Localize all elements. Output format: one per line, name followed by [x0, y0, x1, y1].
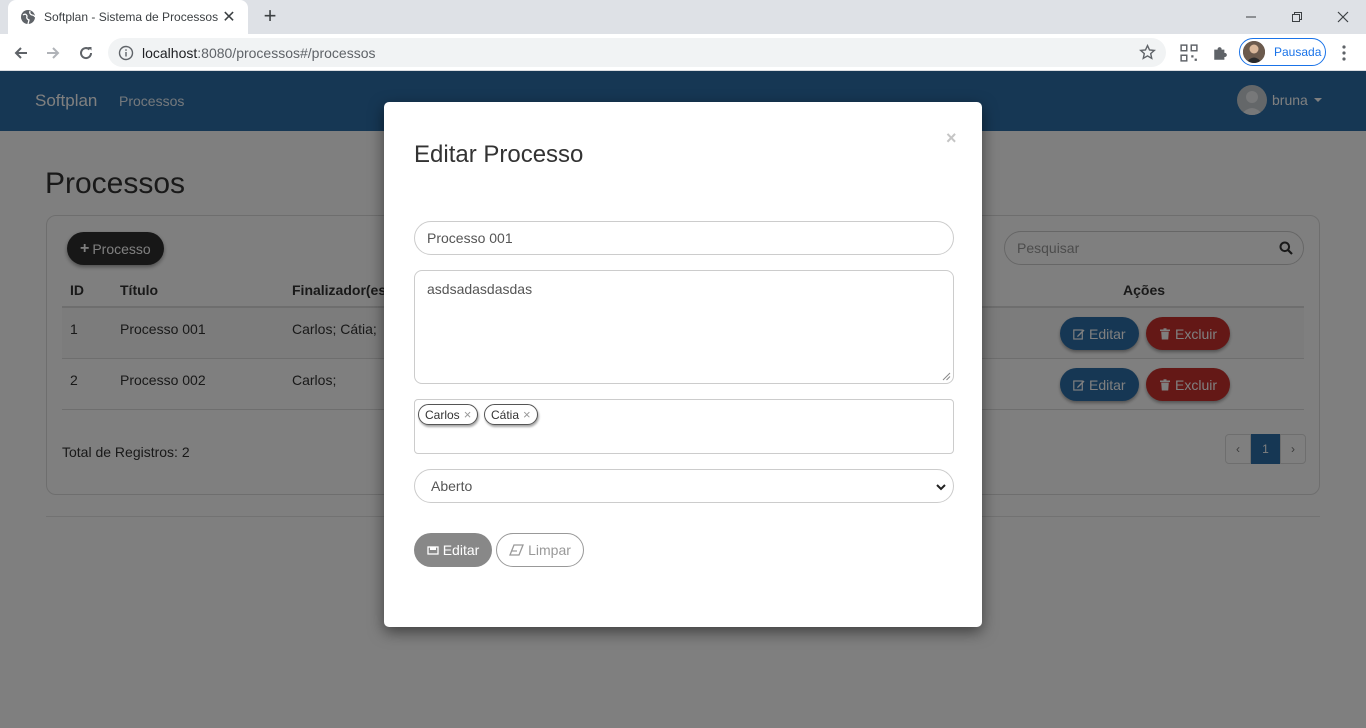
close-window-icon[interactable] — [1320, 0, 1366, 34]
extensions-puzzle-icon[interactable] — [1212, 44, 1230, 62]
resize-grip-icon[interactable] — [942, 372, 951, 381]
profile-avatar — [1243, 41, 1265, 63]
globe-icon — [21, 10, 36, 25]
titulo-value: Processo 001 — [427, 230, 513, 246]
restore-icon[interactable] — [1274, 0, 1320, 34]
url-host: localhost — [142, 44, 198, 61]
tag-label: Cátia — [491, 407, 520, 422]
minimize-icon[interactable] — [1228, 0, 1274, 34]
finalizadores-tag-input[interactable]: Carlos × Cátia × — [414, 399, 954, 454]
profile-label: Pausada — [1274, 45, 1322, 59]
tag-chip: Cátia × — [484, 404, 538, 425]
address-bar[interactable]: localhost:8080/processos#/processos — [108, 38, 1166, 67]
modal-title: Editar Processo — [414, 141, 584, 168]
url-path: :8080/processos#/processos — [197, 44, 376, 61]
reload-icon[interactable] — [73, 40, 99, 66]
tab-close-icon[interactable]: ✕ — [220, 7, 238, 27]
info-icon[interactable] — [118, 45, 134, 61]
browser-toolbar: localhost:8080/processos#/processos Paus… — [0, 34, 1366, 71]
browser-menu-icon[interactable] — [1336, 44, 1352, 62]
tag-chip: Carlos × — [418, 404, 479, 425]
titulo-input[interactable]: Processo 001 — [414, 221, 954, 255]
clear-label: Limpar — [528, 542, 571, 558]
chevron-down-icon — [936, 484, 946, 491]
profile-button[interactable]: Pausada — [1239, 38, 1326, 66]
status-value: Aberto — [431, 478, 473, 494]
clear-button[interactable]: Limpar — [496, 533, 584, 567]
tag-remove-icon[interactable]: × — [464, 407, 472, 422]
descricao-textarea[interactable]: asdsadasdasdas — [414, 270, 954, 384]
edit-process-modal: Editar Processo × Processo 001 asdsadasd… — [384, 102, 982, 627]
tag-remove-icon[interactable]: × — [523, 407, 531, 422]
tag-label: Carlos — [425, 407, 460, 422]
descricao-value: asdsadasdasdas — [427, 281, 533, 297]
modal-close-icon[interactable]: × — [946, 128, 957, 149]
status-select[interactable]: Aberto — [414, 469, 954, 503]
save-edit-button[interactable]: Editar — [414, 533, 492, 567]
save-edit-label: Editar — [442, 542, 480, 558]
eraser-icon — [509, 544, 525, 556]
bookmark-star-icon[interactable] — [1139, 44, 1156, 61]
browser-tab[interactable]: Softplan - Sistema de Processos ✕ — [8, 0, 248, 34]
back-icon[interactable] — [8, 40, 34, 66]
tab-title: Softplan - Sistema de Processos — [44, 10, 219, 24]
qr-code-icon[interactable] — [1180, 44, 1198, 62]
forward-icon[interactable] — [40, 40, 66, 66]
new-tab-icon[interactable]: + — [258, 5, 282, 29]
floppy-disk-icon — [427, 546, 439, 555]
browser-tabbar: Softplan - Sistema de Processos ✕ + — [0, 0, 1366, 34]
